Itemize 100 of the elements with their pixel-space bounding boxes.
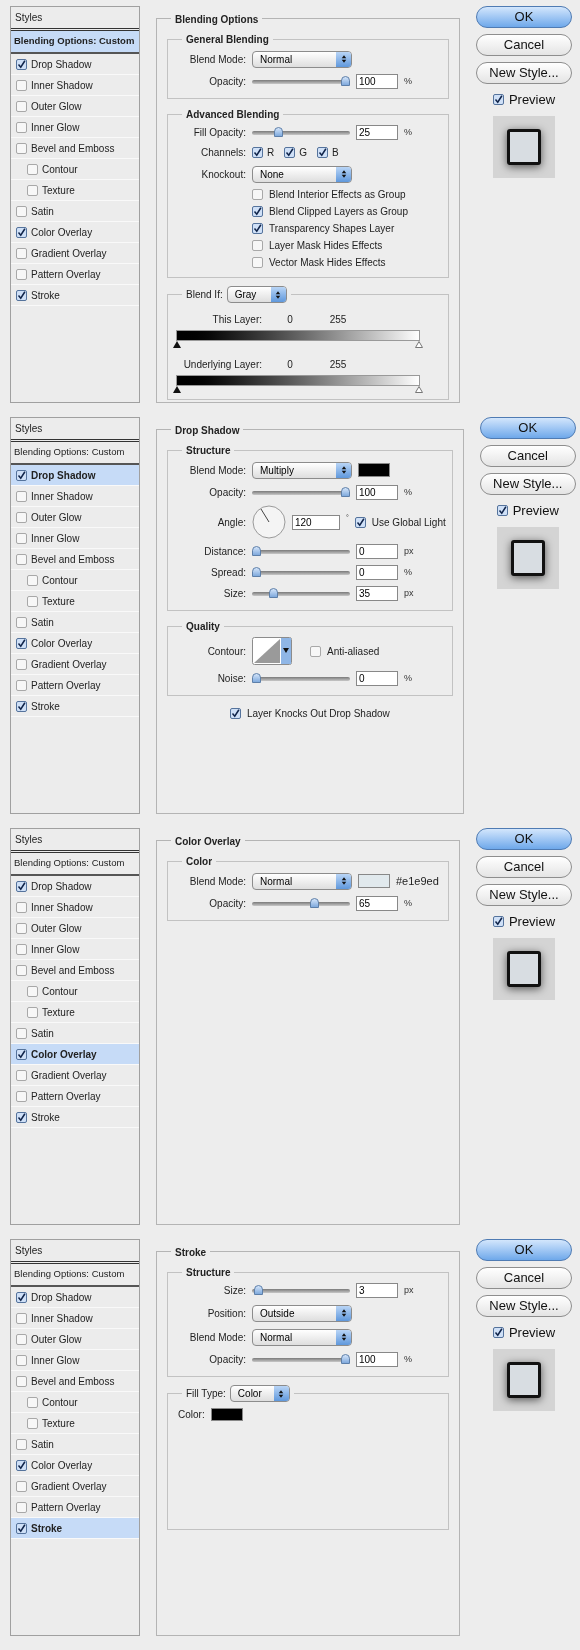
checkbox[interactable]	[252, 223, 263, 234]
checkbox[interactable]	[16, 700, 27, 712]
dialog-button[interactable]: New Style...	[476, 62, 572, 84]
checkbox[interactable]	[16, 1048, 27, 1060]
sidebar-item[interactable]: Gradient Overlay	[11, 1476, 139, 1497]
range-thumb-icon[interactable]	[415, 386, 423, 393]
dropdown[interactable]: Normal	[252, 1328, 352, 1346]
sidebar-item[interactable]: Texture	[11, 1413, 139, 1434]
sidebar-item[interactable]: Inner Shadow	[11, 75, 139, 96]
checkbox[interactable]	[27, 163, 38, 175]
dropdown[interactable]: Normal	[252, 50, 352, 68]
checkbox[interactable]	[252, 189, 263, 200]
checkbox[interactable]	[492, 916, 504, 928]
checkbox[interactable]	[16, 1522, 27, 1534]
sidebar-item[interactable]: Inner Glow	[11, 117, 139, 138]
checkbox[interactable]	[27, 1417, 38, 1429]
checkbox[interactable]	[16, 247, 27, 259]
value-field[interactable]: 25	[356, 125, 398, 140]
sidebar-item[interactable]: Gradient Overlay	[11, 1065, 139, 1086]
checkbox[interactable]	[16, 679, 27, 691]
checkbox[interactable]	[16, 1480, 27, 1492]
checkbox[interactable]	[16, 1333, 27, 1345]
slider-thumb[interactable]	[253, 1284, 263, 1295]
dialog-button[interactable]: OK	[476, 6, 572, 28]
checkbox[interactable]	[16, 964, 27, 976]
slider-thumb[interactable]	[341, 1353, 350, 1364]
checkbox[interactable]	[252, 240, 263, 251]
value-field[interactable]: 0	[356, 544, 398, 559]
range-thumb-icon[interactable]	[415, 341, 423, 348]
checkbox[interactable]	[317, 147, 328, 158]
sidebar-item[interactable]: Drop Shadow	[11, 1287, 139, 1308]
sidebar-item[interactable]: Outer Glow	[11, 918, 139, 939]
slider-thumb[interactable]	[268, 587, 278, 598]
dropdown[interactable]: Outside	[252, 1304, 352, 1322]
value-field[interactable]: 0	[356, 565, 398, 580]
checkbox[interactable]	[16, 490, 27, 502]
checkbox[interactable]	[252, 257, 263, 268]
color-swatch[interactable]	[210, 1407, 243, 1421]
sidebar-item[interactable]: Pattern Overlay	[11, 264, 139, 285]
sidebar-item[interactable]: Satin	[11, 612, 139, 633]
dropdown[interactable]: Normal	[252, 872, 352, 890]
checkbox[interactable]	[252, 147, 263, 158]
value-field[interactable]: 100	[356, 74, 398, 89]
sidebar-item[interactable]: Gradient Overlay	[11, 654, 139, 675]
checkbox[interactable]	[16, 121, 27, 133]
checkbox[interactable]	[27, 1396, 38, 1408]
checkbox[interactable]	[16, 1438, 27, 1450]
sidebar-item[interactable]: Outer Glow	[11, 96, 139, 117]
checkbox[interactable]	[16, 553, 27, 565]
sidebar-item[interactable]: Color Overlay	[11, 222, 139, 243]
dialog-button[interactable]: OK	[479, 417, 576, 439]
sidebar-item[interactable]: Outer Glow	[11, 1329, 139, 1350]
checkbox[interactable]	[16, 1090, 27, 1102]
sidebar-item[interactable]: Contour	[11, 570, 139, 591]
checkbox[interactable]	[16, 943, 27, 955]
checkbox[interactable]	[310, 645, 321, 657]
checkbox[interactable]	[27, 985, 38, 997]
checkbox[interactable]	[16, 658, 27, 670]
checkbox[interactable]	[16, 1375, 27, 1387]
checkbox[interactable]	[27, 574, 38, 586]
checkbox[interactable]	[16, 226, 27, 238]
sidebar-item[interactable]: Bevel and Emboss	[11, 138, 139, 159]
value-field[interactable]: 35	[356, 586, 398, 601]
color-swatch[interactable]	[358, 874, 390, 888]
checkbox[interactable]	[16, 637, 27, 649]
checkbox[interactable]	[16, 880, 27, 892]
sidebar-item[interactable]: Blending Options: Custom	[11, 31, 139, 54]
checkbox[interactable]	[27, 595, 38, 607]
sidebar-item[interactable]: Inner Glow	[11, 528, 139, 549]
color-swatch[interactable]	[358, 463, 390, 477]
checkbox[interactable]	[16, 100, 27, 112]
dialog-button[interactable]: Cancel	[479, 445, 576, 467]
sidebar-item[interactable]: Stroke	[11, 1107, 139, 1128]
checkbox[interactable]	[16, 79, 27, 91]
sidebar-item[interactable]: Inner Glow	[11, 939, 139, 960]
sidebar-item[interactable]: Pattern Overlay	[11, 675, 139, 696]
checkbox[interactable]	[16, 142, 27, 154]
sidebar-item[interactable]: Bevel and Emboss	[11, 549, 139, 570]
sidebar-item[interactable]: Stroke	[11, 1518, 139, 1539]
checkbox[interactable]	[16, 532, 27, 544]
value-field[interactable]: 100	[356, 485, 398, 500]
value-field[interactable]: 120	[292, 514, 340, 530]
sidebar-item[interactable]: Color Overlay	[11, 1044, 139, 1065]
angle-dial[interactable]	[252, 505, 286, 539]
sidebar-item[interactable]: Satin	[11, 201, 139, 222]
checkbox[interactable]	[16, 1459, 27, 1471]
value-field[interactable]: 100	[356, 1352, 398, 1367]
dialog-button[interactable]: OK	[476, 1239, 572, 1261]
checkbox[interactable]	[252, 206, 263, 217]
checkbox[interactable]	[16, 1291, 27, 1303]
dialog-button[interactable]: New Style...	[476, 884, 572, 906]
sidebar-item[interactable]: Drop Shadow	[11, 54, 139, 75]
slider-thumb[interactable]	[341, 486, 350, 497]
checkbox[interactable]	[27, 1006, 38, 1018]
sidebar-item[interactable]: Stroke	[11, 285, 139, 306]
checkbox[interactable]	[16, 1501, 27, 1513]
sidebar-item[interactable]: Texture	[11, 180, 139, 201]
checkbox[interactable]	[16, 289, 27, 301]
checkbox[interactable]	[16, 268, 27, 280]
slider-thumb[interactable]	[309, 897, 319, 908]
